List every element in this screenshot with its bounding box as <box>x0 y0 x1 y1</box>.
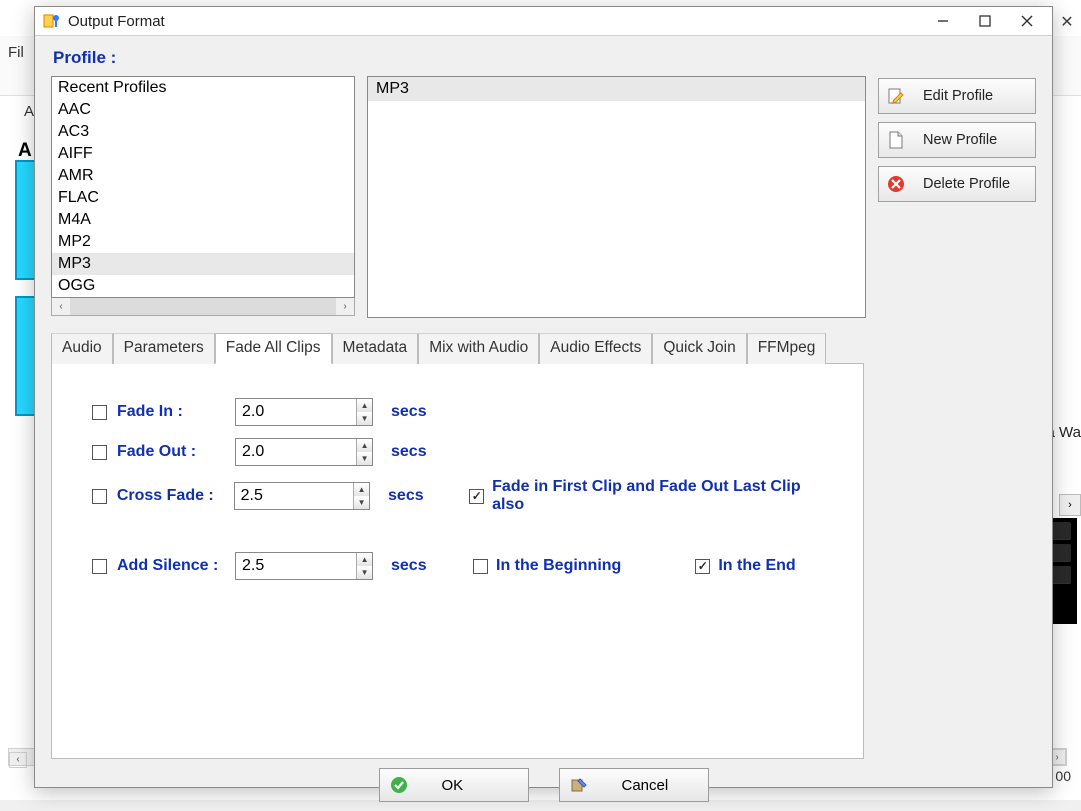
add-silence-unit: secs <box>391 557 439 575</box>
delete-profile-label: Delete Profile <box>923 176 1010 192</box>
ok-icon <box>390 776 408 794</box>
ok-label: OK <box>442 777 464 794</box>
detail-list-item[interactable]: MP3 <box>368 77 865 101</box>
spin-down-icon[interactable]: ▼ <box>357 452 372 465</box>
new-profile-label: New Profile <box>923 132 997 148</box>
cancel-label: Cancel <box>622 777 669 794</box>
fade-out-input[interactable] <box>236 439 356 465</box>
new-profile-button[interactable]: New Profile <box>878 122 1036 158</box>
format-list-item[interactable]: MP3 <box>52 253 354 275</box>
profile-detail-listbox[interactable]: MP3 <box>367 76 866 318</box>
format-list-item[interactable]: M4A <box>52 209 354 231</box>
fade-in-spinner[interactable]: ▲▼ <box>235 398 373 426</box>
cross-fade-unit: secs <box>388 487 435 505</box>
spin-down-icon[interactable]: ▼ <box>357 412 372 425</box>
in-end-label: In the End <box>718 557 795 575</box>
format-list-item[interactable]: AAC <box>52 99 354 121</box>
ok-button[interactable]: OK <box>379 768 529 802</box>
app-icon <box>43 12 61 30</box>
close-button[interactable] <box>1006 7 1048 35</box>
cross-fade-checkbox[interactable] <box>92 489 107 504</box>
firstlast-checkbox[interactable]: ✓ <box>469 489 484 504</box>
format-list-item[interactable]: Recent Profiles <box>52 77 354 99</box>
fade-out-unit: secs <box>391 443 439 461</box>
in-end-checkbox[interactable]: ✓ <box>695 559 710 574</box>
format-list-item[interactable]: AC3 <box>52 121 354 143</box>
output-format-dialog: Output Format Profile : Recent ProfilesA… <box>34 6 1053 788</box>
add-silence-input[interactable] <box>236 553 356 579</box>
tab-quick-join[interactable]: Quick Join <box>652 333 746 364</box>
fade-in-input[interactable] <box>236 399 356 425</box>
cross-fade-input[interactable] <box>235 483 354 509</box>
delete-icon <box>887 175 905 193</box>
add-silence-label: Add Silence : <box>117 557 225 575</box>
tab-audio-effects[interactable]: Audio Effects <box>539 333 652 364</box>
bg-text-A: A <box>18 140 32 162</box>
tabstrip: AudioParametersFade All ClipsMetadataMix… <box>51 332 1036 363</box>
fade-out-spinner[interactable]: ▲▼ <box>235 438 373 466</box>
new-file-icon <box>887 131 905 149</box>
profile-label: Profile : <box>53 48 1036 68</box>
fade-in-checkbox[interactable] <box>92 405 107 420</box>
fade-out-label: Fade Out : <box>117 443 225 461</box>
format-listbox[interactable]: Recent ProfilesAACAC3AIFFAMRFLACM4AMP2MP… <box>51 76 355 298</box>
minimize-button[interactable] <box>922 7 964 35</box>
spin-up-icon[interactable]: ▲ <box>357 399 372 412</box>
tab-mix-with-audio[interactable]: Mix with Audio <box>418 333 539 364</box>
fade-in-label: Fade In : <box>117 403 225 421</box>
spin-up-icon[interactable]: ▲ <box>357 553 372 566</box>
cross-fade-label: Cross Fade : <box>117 487 224 505</box>
titlebar: Output Format <box>35 7 1052 36</box>
format-list-item[interactable]: FLAC <box>52 187 354 209</box>
tab-fade-all-clips[interactable]: Fade All Clips <box>215 333 332 364</box>
fade-in-unit: secs <box>391 403 439 421</box>
add-silence-checkbox[interactable] <box>92 559 107 574</box>
tab-parameters[interactable]: Parameters <box>113 333 215 364</box>
window-title: Output Format <box>68 13 922 30</box>
format-list-hscroll[interactable]: ‹ › <box>51 298 355 316</box>
in-beginning-label: In the Beginning <box>496 557 621 575</box>
bg-scroll-right-icon[interactable]: › <box>1059 494 1081 516</box>
scroll-right-icon[interactable]: › <box>336 298 354 315</box>
add-silence-spinner[interactable]: ▲▼ <box>235 552 373 580</box>
edit-profile-label: Edit Profile <box>923 88 993 104</box>
cancel-icon <box>570 776 588 794</box>
bg-text-zeros: 00 <box>1055 768 1071 784</box>
edit-profile-button[interactable]: Edit Profile <box>878 78 1036 114</box>
bg-close-icon[interactable]: ✕ <box>1055 10 1079 34</box>
tab-metadata[interactable]: Metadata <box>332 333 419 364</box>
cancel-button[interactable]: Cancel <box>559 768 709 802</box>
spin-down-icon[interactable]: ▼ <box>354 496 369 509</box>
spin-up-icon[interactable]: ▲ <box>357 439 372 452</box>
bg-text-fil: Fil <box>8 44 24 61</box>
spin-down-icon[interactable]: ▼ <box>357 566 372 579</box>
scroll-left-icon[interactable]: ‹ <box>52 298 70 315</box>
in-beginning-checkbox[interactable] <box>473 559 488 574</box>
cross-fade-spinner[interactable]: ▲▼ <box>234 482 370 510</box>
fade-all-clips-panel: Fade In : ▲▼ secs Fade Out : ▲▼ secs Cro… <box>51 363 864 759</box>
spin-up-icon[interactable]: ▲ <box>354 483 369 496</box>
fade-out-checkbox[interactable] <box>92 445 107 460</box>
format-list-item[interactable]: AMR <box>52 165 354 187</box>
format-list-item[interactable]: AIFF <box>52 143 354 165</box>
maximize-button[interactable] <box>964 7 1006 35</box>
scroll-track[interactable] <box>70 298 336 315</box>
format-list-item[interactable]: OGG <box>52 275 354 297</box>
firstlast-label: Fade in First Clip and Fade Out Last Cli… <box>492 478 833 514</box>
edit-icon <box>887 87 905 105</box>
format-list-item[interactable]: MP2 <box>52 231 354 253</box>
tab-audio[interactable]: Audio <box>51 333 113 364</box>
delete-profile-button[interactable]: Delete Profile <box>878 166 1036 202</box>
tab-ffmpeg[interactable]: FFMpeg <box>747 333 827 364</box>
